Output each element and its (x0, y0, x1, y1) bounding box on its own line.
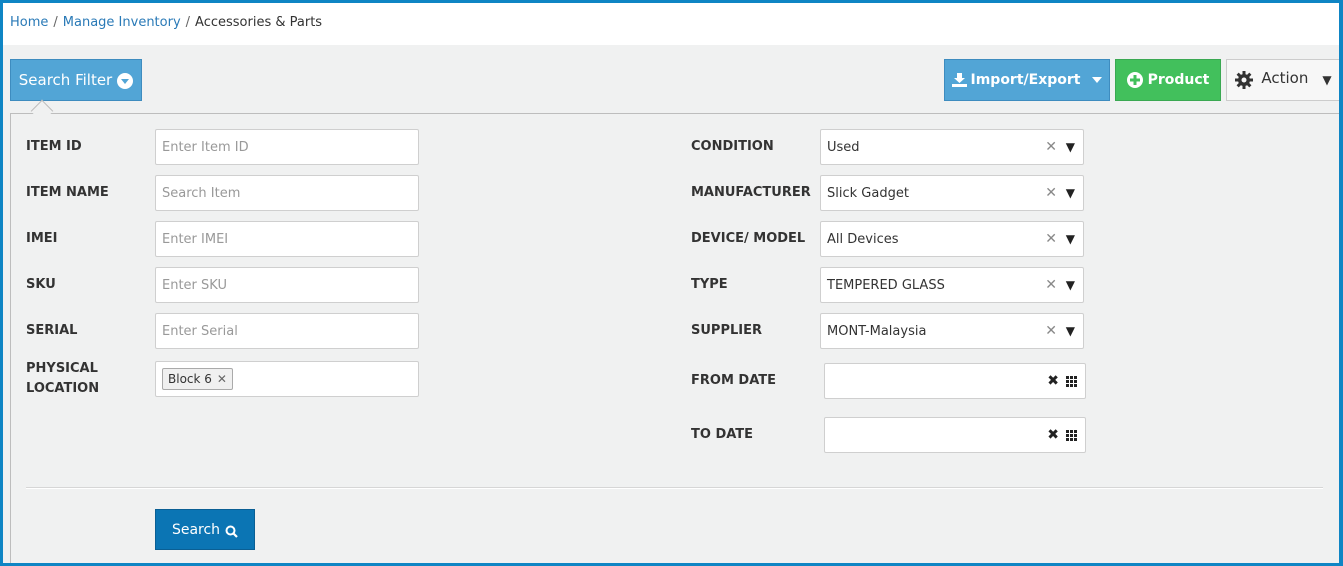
item-id-label: ITEM ID (26, 139, 82, 154)
item-id-input[interactable]: Enter Item ID (155, 129, 419, 165)
sku-input[interactable]: Enter SKU (155, 267, 419, 303)
clear-icon[interactable]: ✕ (1045, 231, 1057, 247)
breadcrumb-manage-inventory[interactable]: Manage Inventory (63, 15, 181, 30)
to-date-input[interactable]: ✖ (824, 417, 1086, 453)
manufacturer-label: MANUFACTURER (691, 185, 811, 200)
search-icon (225, 525, 238, 538)
breadcrumb-separator: / (185, 15, 191, 30)
caret-down-icon (1092, 77, 1103, 83)
from-date-input[interactable]: ✖ (824, 363, 1086, 399)
sku-label: SKU (26, 277, 56, 292)
device-model-value: All Devices (827, 231, 899, 247)
dropdown-arrow-icon[interactable]: ▼ (1066, 186, 1075, 200)
action-label: Action (1261, 69, 1309, 87)
search-button[interactable]: Search (155, 509, 255, 550)
device-model-label: DEVICE/ MODEL (691, 231, 806, 246)
search-button-label: Search (171, 521, 221, 538)
dropdown-arrow-icon[interactable]: ▼ (1066, 232, 1075, 246)
location-tag-label: Block 6 (168, 372, 212, 386)
page-frame: Home / Manage Inventory / Accessories & Part… (3, 3, 1339, 563)
type-value: TEMPERED GLASS (827, 277, 945, 293)
calendar-icon[interactable] (1066, 376, 1077, 387)
dropdown-arrow-icon[interactable]: ▼ (1066, 324, 1075, 338)
clear-date-icon[interactable]: ✖ (1047, 373, 1059, 389)
supplier-select[interactable]: MONT-Malaysia ✕ ▼ (820, 313, 1084, 349)
dropdown-arrow-icon[interactable]: ▼ (1066, 278, 1075, 292)
manufacturer-select[interactable]: Slick Gadget ✕ ▼ (820, 175, 1084, 211)
clear-icon[interactable]: ✕ (1045, 185, 1057, 201)
breadcrumb: Home / Manage Inventory / Accessories & Part… (3, 3, 1339, 45)
device-model-select[interactable]: All Devices ✕ ▼ (820, 221, 1084, 257)
to-date-label: TO DATE (691, 427, 754, 442)
caret-down-circle-icon (117, 73, 134, 89)
serial-input[interactable]: Enter Serial (155, 313, 419, 349)
add-product-button[interactable]: Product (1115, 59, 1221, 101)
supplier-label: SUPPLIER (691, 323, 762, 338)
plus-circle-icon (1126, 72, 1143, 88)
product-label: Product (1147, 72, 1210, 88)
imei-label: IMEI (26, 231, 58, 246)
imei-input[interactable]: Enter IMEI (155, 221, 419, 257)
physical-location-tag-input[interactable]: Block 6 ✕ (155, 361, 419, 397)
caret-down-icon: ▼ (1322, 73, 1332, 87)
manufacturer-value: Slick Gadget (827, 185, 909, 201)
clear-icon[interactable]: ✕ (1045, 139, 1057, 155)
action-dropdown-button[interactable]: Action ▼ (1226, 59, 1339, 101)
condition-value: Used (827, 139, 860, 155)
breadcrumb-current: Accessories & Parts (195, 15, 323, 30)
calendar-icon[interactable] (1066, 430, 1077, 441)
location-tag: Block 6 ✕ (162, 368, 233, 390)
condition-label: CONDITION (691, 139, 774, 154)
search-filter-label: Search Filter (18, 71, 113, 89)
physical-location-label-line2: LOCATION (26, 381, 100, 396)
clear-icon[interactable]: ✕ (1045, 277, 1057, 293)
type-label: TYPE (691, 277, 728, 292)
breadcrumb-home[interactable]: Home (10, 15, 48, 30)
search-filter-toggle-button[interactable]: Search Filter (10, 59, 142, 101)
remove-tag-icon[interactable]: ✕ (217, 372, 227, 386)
gear-icon (1235, 71, 1254, 89)
serial-label: SERIAL (26, 323, 78, 338)
condition-select[interactable]: Used ✕ ▼ (820, 129, 1084, 165)
type-select[interactable]: TEMPERED GLASS ✕ ▼ (820, 267, 1084, 303)
physical-location-label-line1: PHYSICAL (26, 361, 98, 376)
clear-date-icon[interactable]: ✖ (1047, 427, 1059, 443)
item-name-input[interactable]: Search Item (155, 175, 419, 211)
import-export-label: Import/Export (970, 72, 1081, 88)
divider (26, 487, 1323, 489)
download-icon (951, 73, 967, 87)
dropdown-arrow-icon[interactable]: ▼ (1066, 140, 1075, 154)
clear-icon[interactable]: ✕ (1045, 323, 1057, 339)
supplier-value: MONT-Malaysia (827, 323, 927, 339)
item-name-label: ITEM NAME (26, 185, 109, 200)
from-date-label: FROM DATE (691, 373, 776, 388)
breadcrumb-separator: / (53, 15, 58, 30)
import-export-button[interactable]: Import/Export (944, 59, 1110, 101)
